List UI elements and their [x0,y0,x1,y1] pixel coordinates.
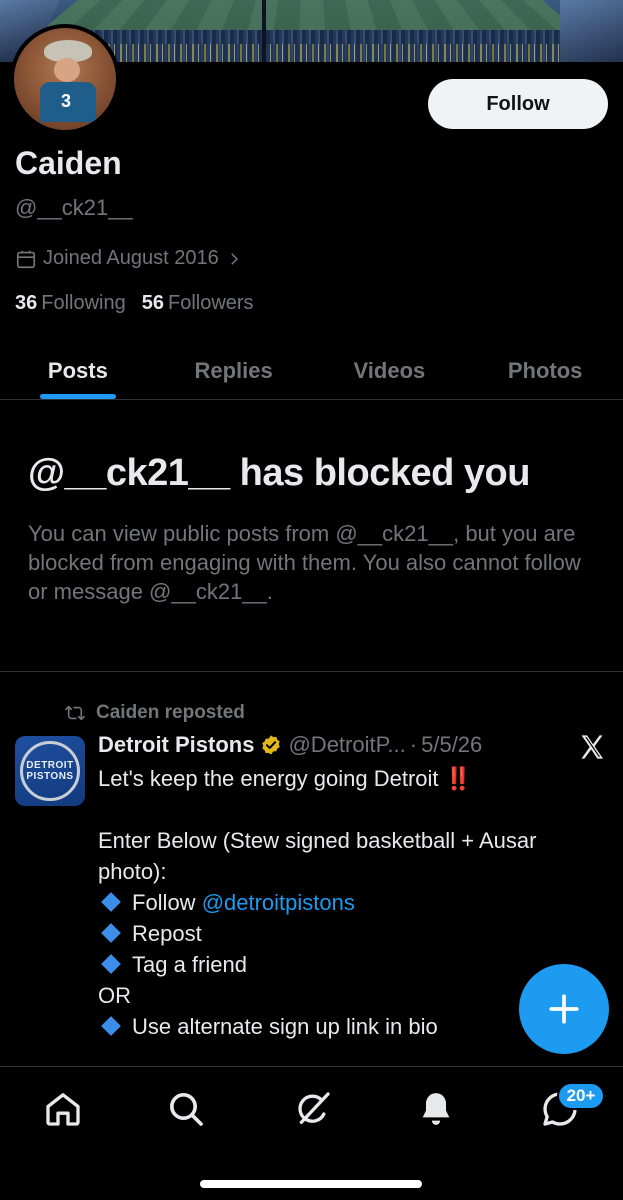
banner-stand-right [560,0,623,62]
grok-icon[interactable] [293,1089,333,1129]
notifications-bell-icon[interactable] [416,1089,456,1129]
divider [0,671,623,672]
pistons-logo: DETROIT PISTONS [20,741,80,801]
messages-badge: 20+ [557,1082,605,1110]
blue-diamond-icon [101,1016,121,1036]
blue-diamond-icon [101,954,121,974]
profile-tabs: Posts Replies Videos Photos [0,342,623,400]
tab-posts[interactable]: Posts [0,342,156,399]
followers-label: Followers [167,292,254,314]
calendar-icon [16,250,36,268]
follow-stats: 36 Following 56 Followers [15,292,254,315]
post-line-1: Let's keep the energy going Detroit ‼️ [98,763,598,794]
logo-text-bottom: PISTONS [26,771,74,782]
joined-label: Joined August 2016 [43,247,219,269]
verified-badge-icon[interactable] [260,734,282,756]
tab-replies[interactable]: Replies [156,342,312,399]
profile-handle: @__ck21__ [15,195,133,220]
home-indicator[interactable] [200,1180,422,1188]
tab-videos[interactable]: Videos [312,342,468,399]
plus-icon [549,994,579,1024]
following-stat[interactable]: 36 Following [15,292,126,315]
post-date[interactable]: 5/5/26 [421,732,482,758]
bottom-navigation: 20+ [0,1066,623,1200]
mention-link[interactable]: @detroitpistons [202,890,355,915]
chevron-right-icon [230,252,238,265]
repost-label: Caiden reposted [96,702,245,723]
post-meta-separator: · [409,732,418,757]
blocked-message: You can view public posts from @__ck21__… [28,521,581,604]
home-icon[interactable] [43,1089,83,1129]
pistons-avatar[interactable]: DETROIT PISTONS [15,736,85,806]
search-icon[interactable] [166,1089,206,1129]
blue-diamond-icon [101,892,121,912]
post-author-name[interactable]: Detroit Pistons [98,732,254,758]
double-exclamation-icon: ‼️ [444,766,473,791]
blue-diamond-icon [101,923,121,943]
blocked-title: @__ck21__ has blocked you [28,452,530,494]
post-line-2: Enter Below (Stew signed basketball + Au… [98,828,537,853]
compose-button[interactable] [519,964,609,1054]
post-line-1-text: Let's keep the energy going Detroit [98,766,439,791]
post-line-4: Follow @detroitpistons [98,887,598,918]
profile-avatar[interactable]: 3 [10,24,120,134]
post-line-5-text: Repost [132,921,202,946]
followers-count: 56 [141,292,164,314]
post-line-3: photo): [98,859,167,884]
post-header: Detroit Pistons @DetroitP... · 5/5/26 [98,732,482,758]
joined-date[interactable]: Joined August 2016 [15,247,243,270]
banner-divider [262,0,266,62]
post-line-4-text: Follow [132,890,202,915]
post-line-8-text: Use alternate sign up link in bio [132,1014,438,1039]
repost-icon [65,705,85,721]
repost-indicator[interactable]: Caiden reposted [64,702,245,724]
avatar-face [54,58,80,82]
x-logo-icon[interactable] [578,733,606,761]
following-count: 36 [15,292,38,314]
tab-photos[interactable]: Photos [467,342,623,399]
post-author-handle[interactable]: @DetroitP... [288,732,405,758]
post-line-6: Tag a friend [98,949,598,980]
logo-text-top: DETROIT [26,760,74,771]
follow-button[interactable]: Follow [428,79,608,129]
profile-display-name: Caiden [15,145,122,181]
post-line-6-text: Tag a friend [132,952,247,977]
following-label: Following [41,292,126,314]
followers-stat[interactable]: 56 Followers [142,292,254,315]
post-line-5: Repost [98,918,598,949]
avatar-jersey-number: 3 [61,91,72,111]
